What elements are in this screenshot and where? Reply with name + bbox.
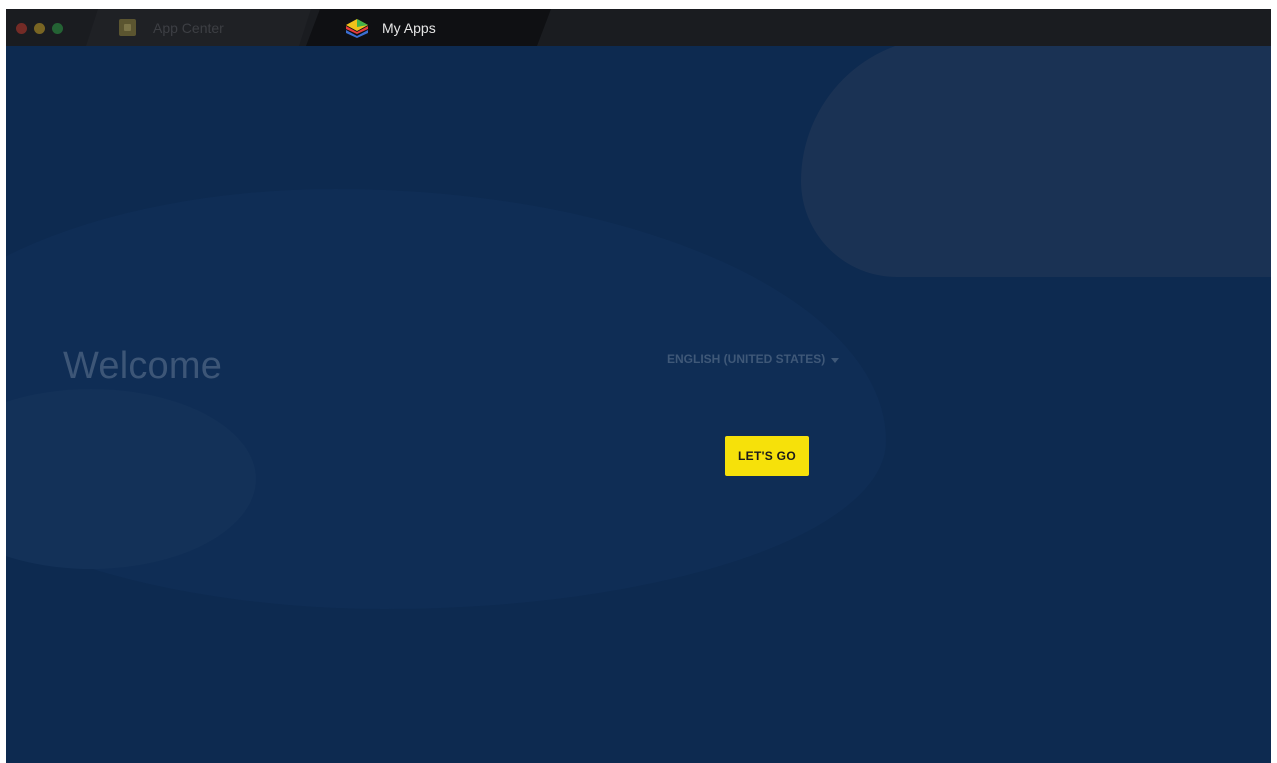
close-window-button[interactable] <box>16 23 27 34</box>
tab-label: App Center <box>153 19 224 36</box>
welcome-heading: Welcome <box>63 345 223 387</box>
language-selector-label: ENGLISH (UNITED STATES) <box>667 352 826 366</box>
tab-label: My Apps <box>382 19 436 36</box>
minimize-window-button[interactable] <box>34 23 45 34</box>
language-selector[interactable]: ENGLISH (UNITED STATES) <box>667 352 840 366</box>
tab-my-apps[interactable]: My Apps <box>306 9 551 46</box>
lets-go-button[interactable]: LET'S GO <box>725 436 809 476</box>
app-window: App Center My Apps Welcome ENGLISH (UNIT… <box>6 9 1271 763</box>
layers-icon <box>344 17 370 39</box>
tab-app-center[interactable]: App Center <box>86 9 311 46</box>
store-icon <box>119 19 136 36</box>
caret-down-icon <box>831 357 840 363</box>
maximize-window-button[interactable] <box>52 23 63 34</box>
title-bar: App Center My Apps <box>6 9 1271 46</box>
background-shape-right <box>801 37 1271 277</box>
